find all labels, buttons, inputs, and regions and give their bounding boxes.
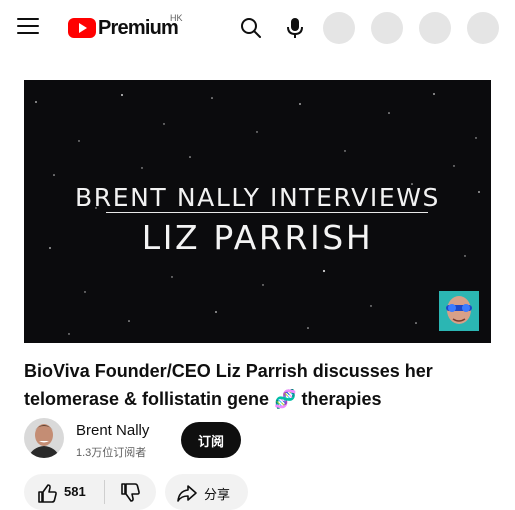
thumbnail-divider xyxy=(106,212,428,213)
toolbar-placeholder-button-3[interactable] xyxy=(419,12,451,44)
toolbar-placeholder-button-4[interactable] xyxy=(467,12,499,44)
thumbnail-subheading: LIZ PARRISH xyxy=(141,218,374,257)
youtube-play-icon xyxy=(68,18,96,38)
thumbnail-heading: BRENT NALLY INTERVIEWS xyxy=(75,183,440,212)
logo-text: Premium xyxy=(98,16,179,39)
like-button[interactable]: 581 xyxy=(24,474,104,510)
thumb-down-icon xyxy=(121,483,140,502)
channel-name[interactable]: Brent Nally xyxy=(76,422,149,439)
toolbar-placeholder-button-1[interactable] xyxy=(323,12,355,44)
toolbar-placeholder-button-2[interactable] xyxy=(371,12,403,44)
menu-icon[interactable] xyxy=(17,18,39,38)
channel-avatar[interactable] xyxy=(24,418,64,458)
thumbnail-channel-avatar xyxy=(439,291,479,331)
dislike-button[interactable] xyxy=(105,474,156,510)
share-icon xyxy=(177,485,197,502)
region-code: HK xyxy=(170,13,183,23)
subscribe-button[interactable]: 订阅 xyxy=(181,422,241,458)
share-label: 分享 xyxy=(204,487,231,502)
top-app-bar: Premium HK xyxy=(0,0,515,56)
subscriber-count: 1.3万位订阅者 xyxy=(76,447,147,459)
youtube-premium-logo[interactable]: Premium xyxy=(68,16,179,40)
mic-icon[interactable] xyxy=(285,16,305,40)
like-dislike-segment: 581 xyxy=(24,474,156,510)
share-button[interactable]: 分享 xyxy=(165,474,248,510)
search-icon[interactable] xyxy=(239,16,263,40)
video-title: BioViva Founder/CEO Liz Parrish discusse… xyxy=(24,361,433,409)
like-count: 581 xyxy=(64,484,86,499)
video-thumbnail[interactable]: BRENT NALLY INTERVIEWS LIZ PARRISH xyxy=(24,80,491,343)
thumb-up-icon xyxy=(38,484,57,503)
